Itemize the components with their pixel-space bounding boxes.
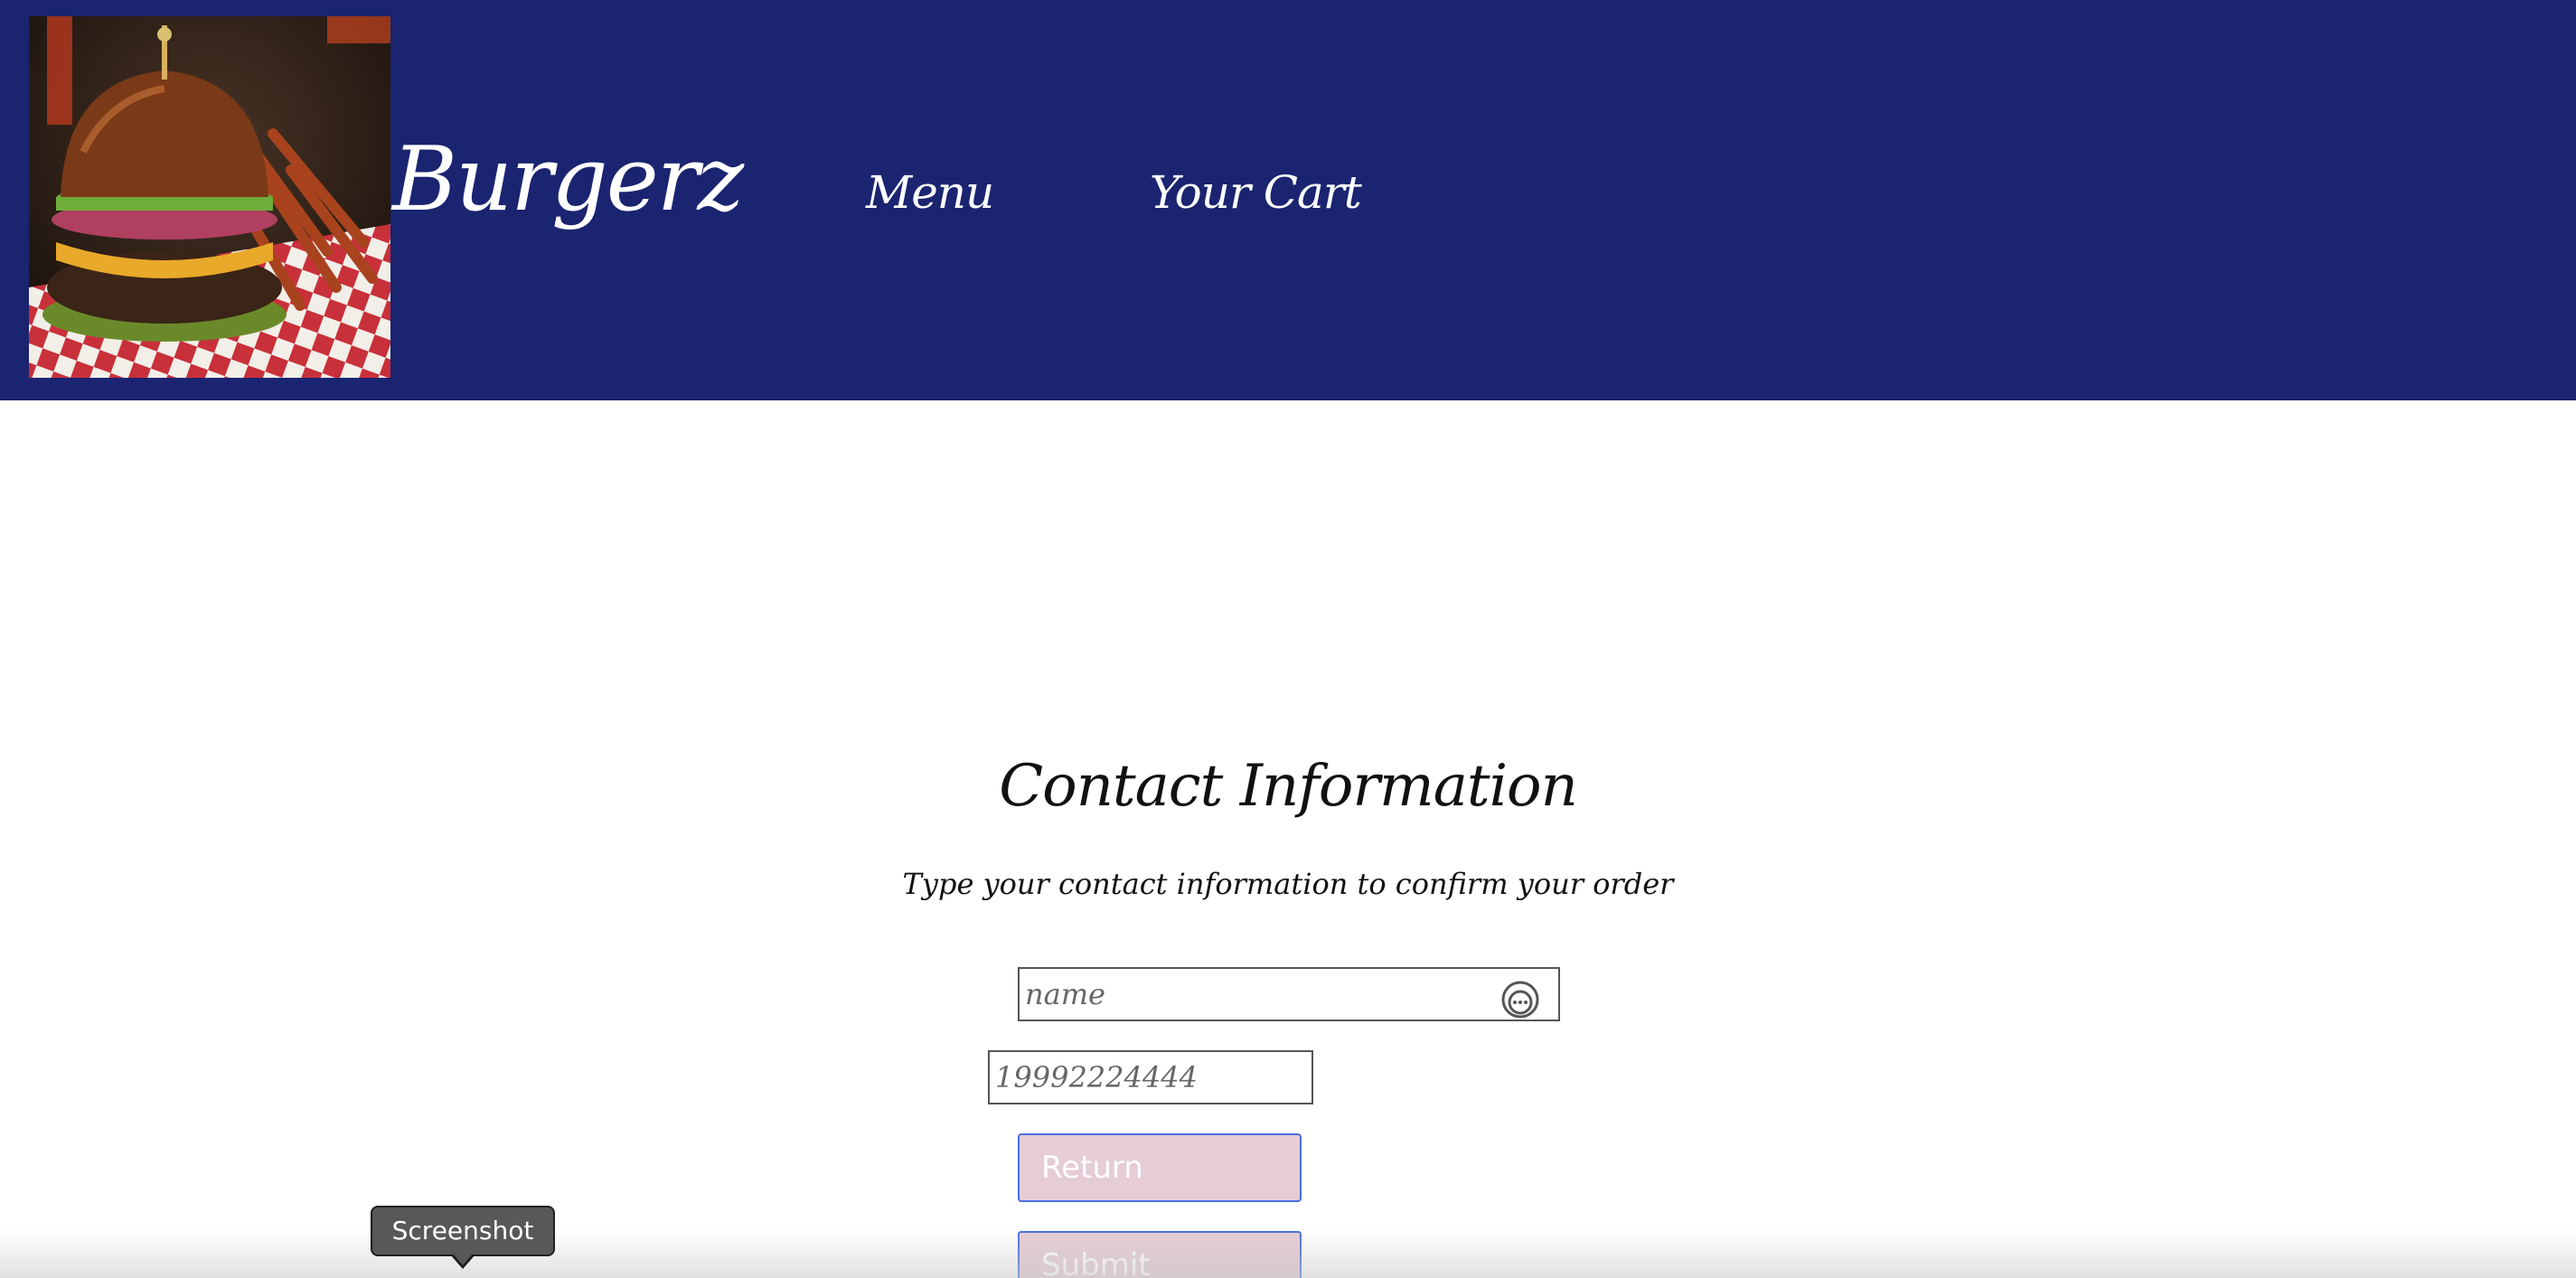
phone-input[interactable] xyxy=(988,1050,1313,1104)
autofill-icon[interactable] xyxy=(1500,980,1540,1020)
return-button[interactable]: Return xyxy=(1018,1133,1302,1202)
nav-menu-link[interactable]: Menu xyxy=(866,170,994,215)
screenshot-tooltip: Screenshot xyxy=(371,1206,555,1256)
brand-title: Burgerz xyxy=(392,128,744,231)
contact-subtitle: Type your contact information to confirm… xyxy=(902,867,1674,901)
tooltip-arrow-inner xyxy=(453,1254,473,1265)
site-header: Burgerz Menu Your Cart xyxy=(0,0,2576,400)
burger-logo-image xyxy=(29,16,390,378)
name-input[interactable] xyxy=(1018,967,1560,1021)
contact-title: Contact Information xyxy=(999,753,1578,820)
submit-button[interactable]: Submit xyxy=(1018,1231,1302,1278)
nav-cart-link[interactable]: Your Cart xyxy=(1150,170,1362,215)
page: Burgerz Menu Your Cart Contact Informati… xyxy=(0,0,2576,1278)
